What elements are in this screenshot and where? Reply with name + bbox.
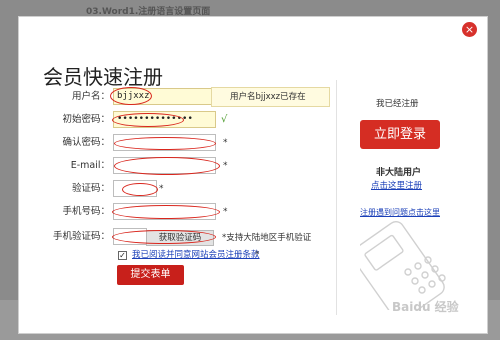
submit-button[interactable]: 提交表单: [117, 265, 184, 285]
mobile-label: 手机号码：: [62, 206, 110, 217]
column-divider: [336, 80, 337, 315]
mobile-code-input[interactable]: [113, 228, 147, 245]
required-star: *: [223, 161, 228, 171]
captcha-input[interactable]: [113, 180, 157, 197]
mobile-code-label: 手机验证码：: [52, 231, 110, 242]
confirm-password-input[interactable]: [113, 134, 216, 151]
dialog-title: 会员快速注册: [43, 65, 163, 89]
init-password-input[interactable]: ••••••••••••••: [113, 111, 216, 128]
username-exists-tip: 用户名bjjxxz已存在: [211, 87, 330, 107]
get-sms-code-button[interactable]: 获取验证码: [146, 230, 214, 246]
required-star: *: [159, 184, 164, 194]
username-label: 用户名：: [71, 91, 110, 102]
agreement-link[interactable]: 我已阅读并同意网站会员注册条款: [132, 248, 260, 262]
required-star: *: [223, 138, 228, 148]
phone-illustration: [360, 221, 446, 310]
username-input[interactable]: bjjxxz: [113, 88, 216, 105]
valid-check-icon: √: [221, 114, 228, 125]
email-label: E-mail：: [70, 160, 110, 171]
already-registered-text: 我已经注册: [376, 99, 419, 109]
sms-support-note: *支持大陆地区手机验证: [222, 233, 312, 243]
non-mainland-register-link[interactable]: 点击这里注册: [371, 179, 422, 191]
mobile-input[interactable]: [113, 203, 216, 220]
login-button[interactable]: 立即登录: [360, 120, 440, 149]
close-button[interactable]: ×: [462, 22, 477, 37]
email-input[interactable]: [113, 157, 216, 174]
required-star: *: [255, 250, 260, 260]
captcha-label: 验证码：: [71, 183, 110, 194]
watermark: Baidu 经验: [392, 300, 459, 314]
non-mainland-heading: 非大陆用户: [376, 168, 422, 178]
agreement-checkbox[interactable]: ✓: [118, 251, 127, 260]
required-star: *: [223, 207, 228, 217]
init-password-label: 初始密码：: [62, 114, 110, 125]
confirm-password-label: 确认密码：: [62, 137, 110, 148]
